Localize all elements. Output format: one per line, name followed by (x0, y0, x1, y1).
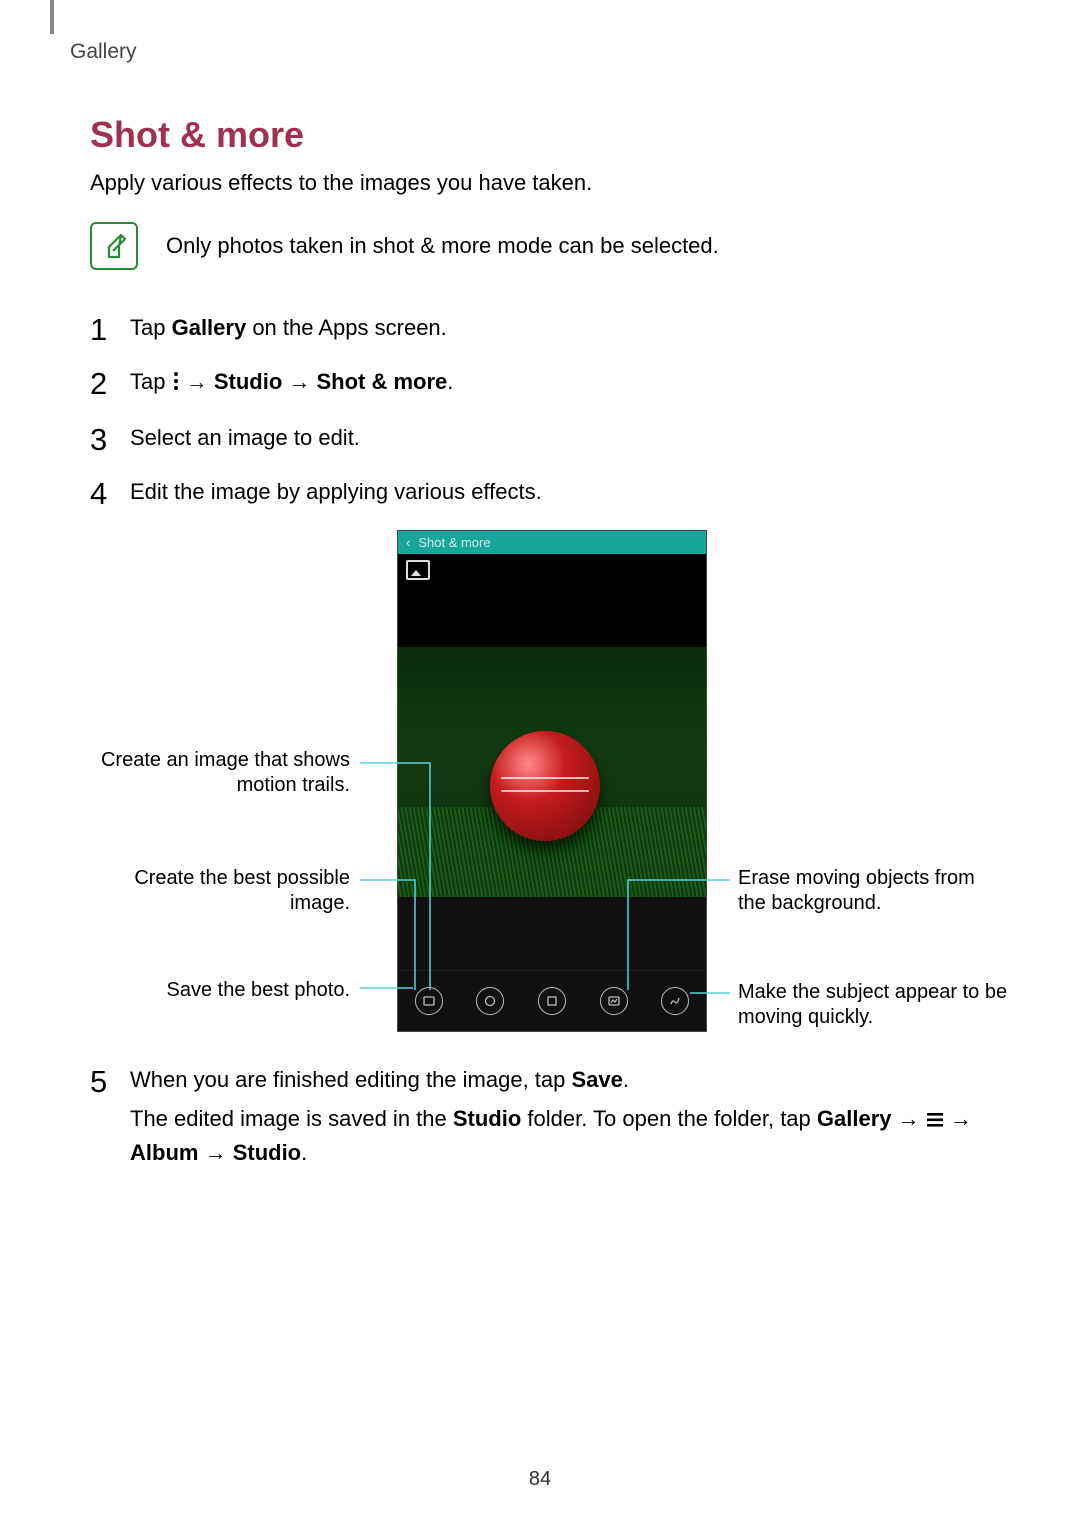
callout-panning: Make the subject appear to be moving qui… (738, 980, 1008, 1030)
mode-eraser-icon (600, 987, 628, 1015)
callout-save-best: Save the best photo. (90, 978, 350, 1003)
back-chevron-icon: ‹ (406, 535, 410, 550)
step-5-text-c: . (623, 1067, 629, 1092)
phone-mode-bar (398, 970, 706, 1031)
step-3-text: Select an image to edit. (130, 425, 360, 450)
step-5: When you are finished editing the image,… (90, 1064, 990, 1170)
step-1-gallery: Gallery (172, 315, 247, 340)
step-5-p2-period: . (301, 1140, 307, 1165)
step-5-p2-arrow3: → (198, 1140, 232, 1165)
note-text: Only photos taken in shot & more mode ca… (166, 233, 719, 259)
step-2-arrow-1: → (180, 369, 214, 394)
step-2-text-a: Tap (130, 369, 172, 394)
callout-best-image: Create the best possible image. (90, 866, 350, 916)
mode-best-photo-icon (415, 987, 443, 1015)
step-5-p2-album: Album (130, 1140, 198, 1165)
callout-motion-trails: Create an image that shows motion trails… (90, 748, 350, 798)
step-5-p2-a: The edited image is saved in the (130, 1106, 453, 1131)
step-2: Tap → Studio → Shot & more. (90, 366, 990, 400)
step-4: Edit the image by applying various effec… (90, 476, 990, 508)
mode-drama-shot-icon (538, 987, 566, 1015)
step-2-studio: Studio (214, 369, 282, 394)
page-title: Shot & more (90, 114, 990, 156)
steps-list: Tap Gallery on the Apps screen. Tap → St… (90, 312, 990, 508)
save-to-gallery-icon (406, 560, 430, 580)
callout-eraser: Erase moving objects from the background… (738, 866, 1008, 916)
step-5-save: Save (572, 1067, 623, 1092)
more-options-icon (172, 368, 180, 400)
intro-text: Apply various effects to the images you … (90, 170, 990, 196)
page-content: Gallery Shot & more Apply various effect… (0, 0, 1080, 1527)
step-2-period: . (447, 369, 453, 394)
step-1-text-c: on the Apps screen. (246, 315, 447, 340)
step-5-p2-arrow1: → (892, 1106, 926, 1131)
step-3: Select an image to edit. (90, 422, 990, 454)
photo-preview (398, 647, 706, 897)
phone-header: ‹ Shot & more (398, 531, 706, 554)
figure: ‹ Shot & more (90, 530, 990, 1050)
menu-icon (926, 1105, 944, 1137)
step-2-shotmore: Shot & more (317, 369, 448, 394)
note-row: Only photos taken in shot & more mode ca… (90, 222, 990, 270)
step-4-text: Edit the image by applying various effec… (130, 479, 542, 504)
mode-best-face-icon (476, 987, 504, 1015)
phone-header-title: Shot & more (418, 535, 490, 550)
step-1-text-a: Tap (130, 315, 172, 340)
step-5-p2-c: folder. To open the folder, tap (521, 1106, 817, 1131)
step-5-p2-studio2: Studio (233, 1140, 301, 1165)
note-icon (90, 222, 138, 270)
phone-screenshot: ‹ Shot & more (397, 530, 707, 1032)
step-1: Tap Gallery on the Apps screen. (90, 312, 990, 344)
black-band-top (398, 591, 706, 647)
step-5-p2-arrow2: → (944, 1106, 972, 1131)
mode-panning-shot-icon (661, 987, 689, 1015)
step-5-text-a: When you are finished editing the image,… (130, 1067, 572, 1092)
cricket-ball-illustration (490, 731, 600, 841)
step-2-arrow-2: → (282, 369, 316, 394)
step-5-p2-gallery: Gallery (817, 1106, 892, 1131)
step-5-p2-studio: Studio (453, 1106, 521, 1131)
page-number: 84 (0, 1468, 1080, 1491)
phone-toolbar (398, 554, 706, 591)
steps-list-continued: When you are finished editing the image,… (90, 1064, 990, 1170)
section-label: Gallery (70, 40, 990, 64)
